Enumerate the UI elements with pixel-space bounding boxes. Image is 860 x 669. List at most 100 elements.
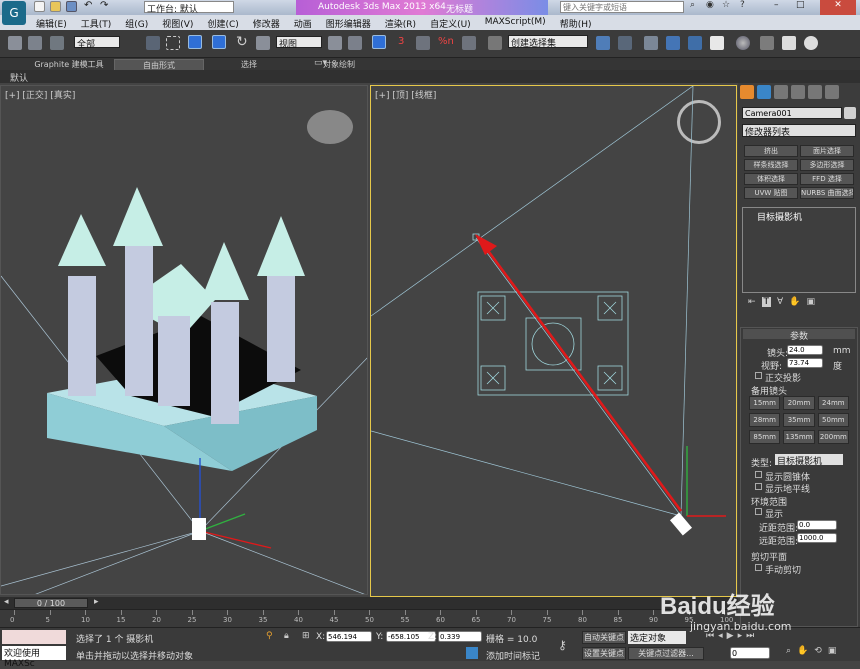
menu-item[interactable]: 渲染(R) <box>385 17 416 30</box>
angle-snap-icon[interactable] <box>416 36 430 50</box>
select-object-icon[interactable] <box>146 36 160 50</box>
render-setup-icon[interactable] <box>760 36 774 50</box>
viewcube-left[interactable] <box>307 110 353 144</box>
ref-coord-dropdown[interactable]: 视图 <box>276 36 322 50</box>
menu-item[interactable]: 组(G) <box>125 17 148 30</box>
material-editor-icon[interactable] <box>736 36 750 50</box>
pan-icon[interactable]: ✋ <box>797 646 808 656</box>
x-coord-field[interactable] <box>326 631 372 642</box>
stock-lens-button[interactable]: 20mm <box>783 396 815 410</box>
orbit-icon[interactable]: ⟲ <box>814 646 822 656</box>
auto-key-button[interactable]: 自动关键点 <box>582 631 626 644</box>
modifier-button[interactable]: 面片选择 <box>800 145 854 157</box>
time-next-icon[interactable]: ▸ <box>94 597 99 607</box>
app-logo-icon[interactable]: G <box>2 1 26 25</box>
menu-item[interactable]: 编辑(E) <box>36 17 67 30</box>
ribbon-sub-label[interactable]: 默认 <box>10 71 28 84</box>
viewport-right[interactable]: [+] [顶] [线框] <box>370 85 737 597</box>
undo-icon[interactable]: ↶ <box>84 0 92 11</box>
max-toggle-icon[interactable]: ▣ <box>828 646 837 656</box>
search-icon[interactable]: ⌕ <box>690 0 695 10</box>
modifier-button[interactable]: 多边形选择 <box>800 159 854 171</box>
stock-lens-button[interactable]: 200mm <box>817 430 849 444</box>
open-file-icon[interactable] <box>50 1 61 12</box>
z-coord-field[interactable] <box>438 631 482 642</box>
pivot-center-icon[interactable] <box>328 36 342 50</box>
minimize-icon[interactable]: – <box>774 0 779 10</box>
rollout-header[interactable]: 参数 <box>743 329 855 342</box>
modifier-list-dropdown[interactable]: 修改器列表 <box>742 124 856 138</box>
menu-item[interactable]: 修改器 <box>253 17 280 30</box>
show-horizon-checkbox[interactable] <box>755 483 762 490</box>
key-filters-button[interactable]: 关键点过滤器... <box>628 647 704 660</box>
menu-item[interactable]: 视图(V) <box>162 17 193 30</box>
make-unique-icon[interactable]: ∀ <box>777 297 783 307</box>
modifier-button[interactable]: UVW 贴图 <box>744 187 798 199</box>
fov-input[interactable] <box>787 358 823 368</box>
rotate-icon[interactable]: ↻ <box>236 34 248 50</box>
track-bar[interactable]: 0 5 10 15 20 25 30 35 40 45 50 55 60 65 70 75 80 85 90 95 10… <box>0 609 738 627</box>
menu-item[interactable]: MAXScript(M) <box>485 17 546 30</box>
redo-icon[interactable]: ↷ <box>100 0 108 11</box>
menu-item[interactable]: 创建(C) <box>207 17 238 30</box>
spinner-snap-icon[interactable] <box>462 36 476 50</box>
align-icon[interactable] <box>618 36 632 50</box>
ortho-checkbox[interactable] <box>755 372 762 379</box>
time-tag-icon[interactable] <box>466 647 478 659</box>
configure-sets-icon[interactable]: ▣ <box>806 297 815 307</box>
time-slider[interactable]: ◂ 0 / 100 ▸ <box>0 597 738 609</box>
graphite-toggle-icon[interactable] <box>666 36 680 50</box>
stock-lens-button[interactable]: 50mm <box>817 413 849 427</box>
window-crossing-icon[interactable] <box>212 35 226 49</box>
select-by-name-icon[interactable] <box>166 36 180 50</box>
layer-manager-icon[interactable] <box>644 36 658 50</box>
maximize-icon[interactable]: □ <box>796 0 805 10</box>
stack-item[interactable]: 目标摄影机 <box>757 210 802 223</box>
display-tab-icon[interactable] <box>808 85 822 99</box>
rect-selection-icon[interactable] <box>188 35 202 49</box>
zoom-icon[interactable]: ⌕ <box>786 646 791 656</box>
camera-type-dropdown[interactable]: 目标摄影机 <box>775 454 843 467</box>
favorites-icon[interactable]: ☆ <box>722 0 730 10</box>
workspace-dropdown[interactable]: 工作台: 默认 <box>144 1 234 15</box>
remove-modifier-icon[interactable]: ✋ <box>789 297 800 307</box>
modifier-stack[interactable]: 目标摄影机 <box>742 207 856 293</box>
stock-lens-button[interactable]: 28mm <box>749 413 781 427</box>
mirror-icon[interactable] <box>596 36 610 50</box>
pin-stack-icon[interactable]: ⇤ <box>748 297 756 307</box>
modifier-button[interactable]: 挤出 <box>744 145 798 157</box>
link-icon[interactable] <box>8 36 22 50</box>
percent-snap-toggle[interactable]: %n <box>438 36 454 47</box>
manual-clip-checkbox[interactable] <box>755 564 762 571</box>
menu-item[interactable]: 帮助(H) <box>560 17 592 30</box>
schematic-view-icon[interactable] <box>710 36 724 50</box>
stock-lens-button[interactable]: 85mm <box>749 430 781 444</box>
key-icon[interactable]: ⚷ <box>558 638 567 652</box>
show-end-result-icon[interactable]: T <box>761 297 772 307</box>
object-name-field[interactable] <box>742 107 842 119</box>
hierarchy-tab-icon[interactable] <box>774 85 788 99</box>
bind-spacewarp-icon[interactable] <box>50 36 64 50</box>
modify-tab-icon[interactable] <box>757 85 771 99</box>
stock-lens-button[interactable]: 35mm <box>783 413 815 427</box>
stock-lens-button[interactable]: 24mm <box>817 396 849 410</box>
menu-item[interactable]: 图形编辑器 <box>326 17 371 30</box>
help-search-input[interactable] <box>560 1 684 13</box>
modifier-button[interactable]: 样条线选择 <box>744 159 798 171</box>
help-icon[interactable]: ? <box>740 0 745 10</box>
new-file-icon[interactable] <box>34 1 45 12</box>
far-range-input[interactable] <box>797 533 837 543</box>
stock-lens-button[interactable]: 15mm <box>749 396 781 410</box>
near-range-input[interactable] <box>797 520 837 530</box>
add-time-tag[interactable]: 添加时间标记 <box>486 649 540 662</box>
viewport-left[interactable]: [+] [正交] [真实] <box>0 85 368 595</box>
lock-selection-icon[interactable]: 🔒︎ <box>284 631 289 641</box>
env-show-checkbox[interactable] <box>755 508 762 515</box>
unlink-icon[interactable] <box>28 36 42 50</box>
menu-item[interactable]: 工具(T) <box>81 17 112 30</box>
rendered-frame-icon[interactable] <box>782 36 796 50</box>
ribbon-options-icon[interactable]: ▭▾ <box>314 58 327 68</box>
infocenter-icon[interactable]: ◉ <box>706 0 714 10</box>
create-tab-icon[interactable] <box>740 85 754 99</box>
object-color-swatch[interactable] <box>844 107 856 119</box>
